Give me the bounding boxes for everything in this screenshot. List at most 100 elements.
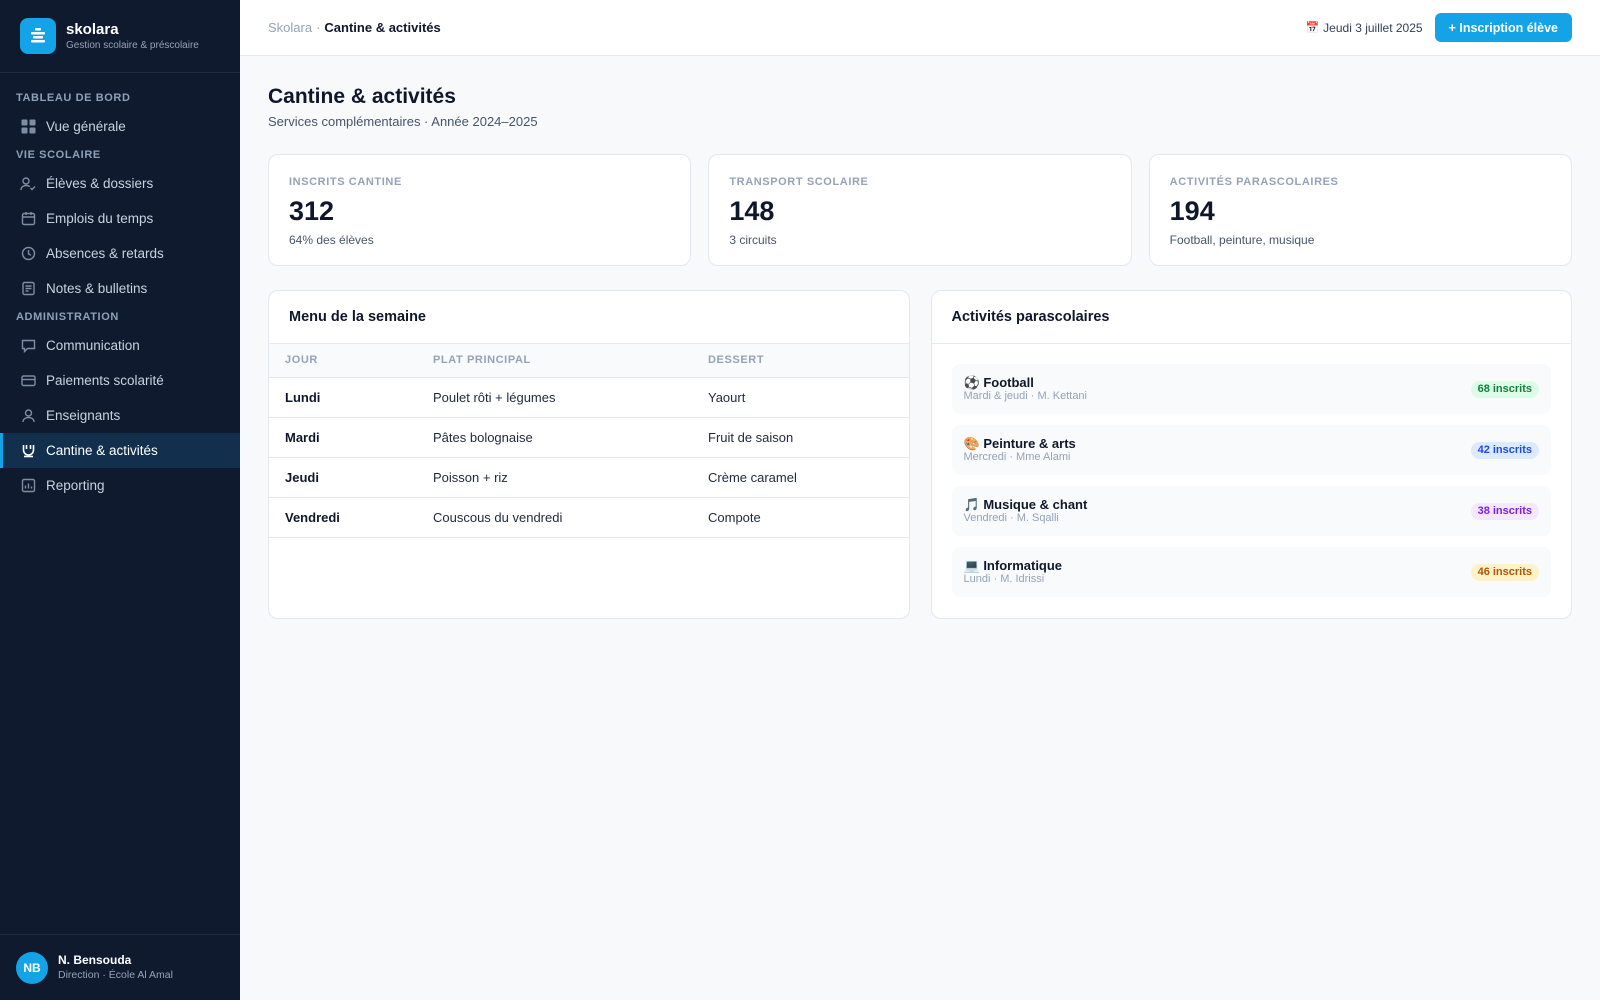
- cup-icon: [20, 443, 36, 459]
- app-logo-icon: [20, 18, 56, 54]
- current-date: 📅 Jeudi 3 juillet 2025: [1305, 21, 1422, 35]
- calendar-icon: 📅: [1305, 22, 1320, 34]
- sidebar-item-notes[interactable]: Notes & bulletins: [0, 271, 240, 306]
- activity-meta: Mercredi · Mme Alami: [963, 451, 1071, 463]
- table-cell-day: Lundi: [269, 377, 417, 418]
- page-subtitle: Services complémentaires · Année 2024–20…: [268, 114, 538, 129]
- weekly-menu-panel: Menu de la semaine JOUR PLAT PRINCIPAL D…: [268, 290, 910, 619]
- breadcrumb-root-link[interactable]: Skolara: [268, 20, 312, 35]
- kpi-card-cantine: INSCRITS CANTINE 312 64% des élèves: [268, 154, 692, 266]
- activity-name: ⚽ Football: [964, 375, 1088, 390]
- table-row[interactable]: Mardi Pâtes bolognaise Fruit de saison: [269, 417, 909, 458]
- activity-name-text: Musique & chant: [983, 497, 1088, 512]
- kpi-card-transport: TRANSPORT SCOLAIRE 148 3 circuits: [708, 154, 1132, 266]
- table-cell-main: Couscous du vendredi: [417, 497, 692, 538]
- activity-meta: Lundi · M. Idrissi: [963, 573, 1045, 585]
- sidebar-item-absences[interactable]: Absences & retards: [0, 236, 240, 271]
- sidebar-item-label: Emplois du temps: [46, 211, 154, 226]
- clock-icon: [20, 246, 36, 262]
- activity-meta: Vendredi · M. Sqalli: [963, 512, 1059, 524]
- main-content: Cantine & activités Services complémenta…: [268, 56, 1572, 619]
- kpi-note: 3 circuits: [729, 233, 777, 247]
- laptop-icon: 💻: [963, 558, 980, 573]
- sidebar-item-paiements[interactable]: Paiements scolarité: [0, 363, 240, 398]
- sidebar-item-label: Vue générale: [46, 119, 126, 134]
- table-cell-main: Pâtes bolognaise: [417, 417, 692, 458]
- credit-card-icon: [20, 373, 36, 389]
- panel-title: Menu de la semaine: [269, 291, 909, 344]
- grid-icon: [20, 119, 36, 135]
- table-cell-day: Vendredi: [269, 497, 417, 538]
- user-role: Direction · École Al Amal: [58, 969, 173, 981]
- kpi-note: 64% des élèves: [289, 233, 374, 247]
- brand[interactable]: skolara Gestion scolaire & préscolaire: [0, 0, 240, 73]
- sidebar-item-label: Enseignants: [46, 408, 121, 423]
- sidebar-item-vue-generale[interactable]: Vue générale: [0, 109, 240, 144]
- football-icon: ⚽: [963, 375, 980, 390]
- table-cell-day: Jeudi: [269, 457, 417, 498]
- kpi-label: TRANSPORT SCOLAIRE: [729, 176, 869, 188]
- status-badge: 68 inscrits: [1470, 380, 1539, 398]
- sidebar-item-cantine[interactable]: Cantine & activités: [0, 433, 240, 468]
- table-cell-dessert: Fruit de saison: [692, 417, 909, 458]
- table-row[interactable]: Jeudi Poisson + riz Crème caramel: [269, 457, 909, 498]
- music-note-icon: 🎵: [963, 497, 980, 512]
- kpi-value: 148: [729, 196, 775, 226]
- activity-name-text: Peinture & arts: [983, 436, 1076, 451]
- sidebar-item-enseignants[interactable]: Enseignants: [0, 398, 240, 433]
- user-icon: [20, 408, 36, 424]
- sidebar-item-eleves[interactable]: Élèves & dossiers: [0, 166, 240, 201]
- table-header-row: JOUR PLAT PRINCIPAL DESSERT: [269, 344, 909, 378]
- sidebar-item-emplois[interactable]: Emplois du temps: [0, 201, 240, 236]
- table-row[interactable]: Lundi Poulet rôti + légumes Yaourt: [269, 377, 909, 418]
- sidebar-item-communication[interactable]: Communication: [0, 328, 240, 363]
- status-badge: 46 inscrits: [1470, 563, 1539, 581]
- chat-icon: [20, 338, 36, 354]
- list-item[interactable]: ⚽ Football Mardi & jeudi · M. Kettani 68…: [951, 364, 1551, 414]
- kpi-note: Football, peinture, musique: [1169, 233, 1315, 247]
- table-row[interactable]: Vendredi Couscous du vendredi Compote: [269, 497, 909, 538]
- table-cell-main: Poulet rôti + légumes: [417, 377, 692, 418]
- activity-list: ⚽ Football Mardi & jeudi · M. Kettani 68…: [932, 344, 1572, 618]
- nav-section-title: ADMINISTRATION: [16, 311, 119, 323]
- activity-name: 🎨 Peinture & arts: [964, 436, 1076, 451]
- table-cell-dessert: Yaourt: [692, 377, 909, 418]
- chart-icon: [20, 478, 36, 494]
- sidebar-item-label: Absences & retards: [46, 246, 164, 261]
- calendar-icon: [20, 211, 36, 227]
- breadcrumb: Skolara · Cantine & activités: [268, 20, 441, 35]
- date-label: Jeudi 3 juillet 2025: [1323, 20, 1423, 35]
- add-student-button[interactable]: + Inscription élève: [1434, 13, 1572, 42]
- sidebar-item-label: Reporting: [46, 478, 105, 493]
- table-cell-main: Poisson + riz: [417, 457, 692, 498]
- document-icon: [20, 281, 36, 297]
- app-tagline: Gestion scolaire & préscolaire: [66, 39, 199, 51]
- user-name: N. Bensouda: [58, 953, 132, 967]
- sidebar-item-reporting[interactable]: Reporting: [0, 468, 240, 503]
- activity-name-text: Football: [983, 375, 1034, 390]
- list-item[interactable]: 🎨 Peinture & arts Mercredi · Mme Alami 4…: [951, 425, 1551, 475]
- breadcrumb-current: Cantine & activités: [324, 20, 441, 35]
- topbar: Skolara · Cantine & activités 📅 Jeudi 3 …: [240, 0, 1600, 56]
- nav-section-title: TABLEAU DE BORD: [16, 92, 131, 104]
- kpi-label: INSCRITS CANTINE: [289, 176, 402, 188]
- panel-title: Activités parascolaires: [931, 291, 1571, 344]
- kpi-value: 194: [1169, 196, 1215, 226]
- kpi-row: INSCRITS CANTINE 312 64% des élèves TRAN…: [268, 154, 1572, 266]
- avatar: NB: [16, 951, 48, 984]
- kpi-label: ACTIVITÉS PARASCOLAIRES: [1169, 176, 1339, 188]
- table-cell-dessert: Crème caramel: [692, 457, 909, 498]
- sidebar-item-label: Communication: [46, 338, 140, 353]
- activity-name: 🎵 Musique & chant: [964, 497, 1088, 512]
- list-item[interactable]: 🎵 Musique & chant Vendredi · M. Sqalli 3…: [951, 486, 1551, 536]
- activity-name: 💻 Informatique: [964, 558, 1063, 573]
- kpi-card-activites: ACTIVITÉS PARASCOLAIRES 194 Football, pe…: [1148, 154, 1572, 266]
- status-badge: 42 inscrits: [1470, 441, 1539, 459]
- table-cell-day: Mardi: [269, 417, 417, 458]
- sidebar: skolara Gestion scolaire & préscolaire T…: [0, 0, 240, 1000]
- status-badge: 38 inscrits: [1470, 502, 1539, 520]
- user-profile[interactable]: NB N. Bensouda Direction · École Al Amal: [0, 934, 240, 1000]
- menu-table: JOUR PLAT PRINCIPAL DESSERT Lundi Poulet…: [269, 344, 909, 538]
- palette-icon: 🎨: [963, 436, 980, 451]
- list-item[interactable]: 💻 Informatique Lundi · M. Idrissi 46 ins…: [951, 547, 1551, 597]
